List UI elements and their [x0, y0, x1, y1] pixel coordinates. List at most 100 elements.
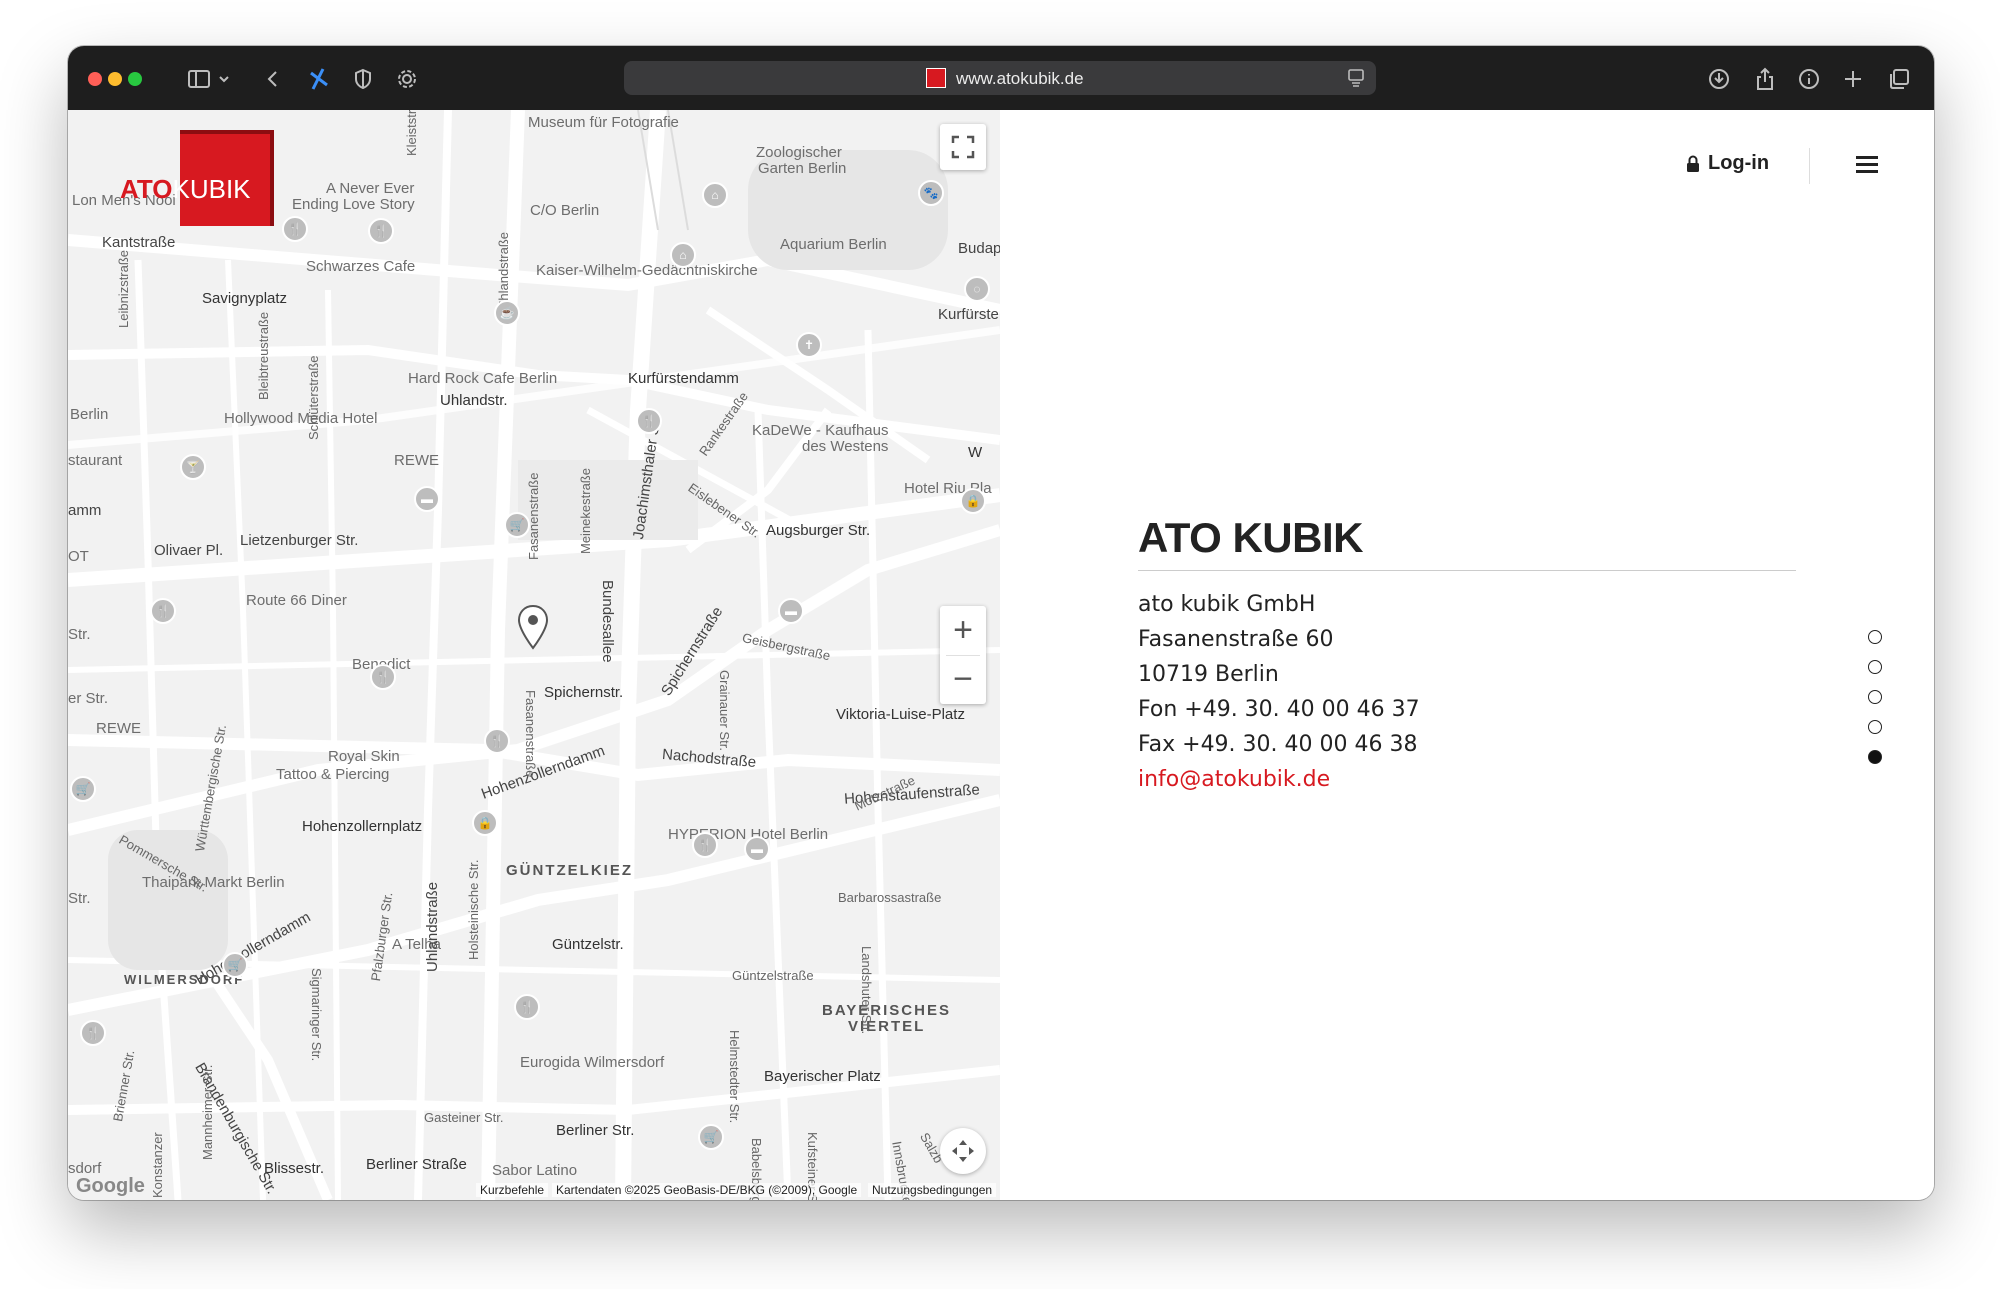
restaurant-poi-icon[interactable]: 🍴 [80, 1020, 106, 1046]
url-text[interactable]: www.atokubik.de [956, 69, 1084, 89]
church-poi-icon[interactable]: ✝ [796, 332, 822, 358]
map-label: OT [68, 548, 89, 565]
map-label: Museum für Fotografie [528, 114, 679, 131]
shopping-poi-icon[interactable]: 🛒 [698, 1124, 724, 1150]
fax-number: Fax +49. 30. 40 00 46 38 [1138, 732, 1418, 757]
section-nav-dot[interactable] [1868, 690, 1882, 704]
share-icon[interactable] [1750, 64, 1780, 94]
map-label: Kurfürste [938, 306, 999, 323]
zoom-window-button[interactable] [128, 72, 142, 86]
map-street-label: Sigmaringer Str. [309, 968, 324, 1062]
keyboard-shortcuts-link[interactable]: Kurzbefehle [476, 1183, 549, 1197]
shopping-poi-icon[interactable]: 🛒 [70, 776, 96, 802]
map-label: Lietzenburger Str. [240, 532, 359, 549]
restaurant-poi-icon[interactable]: 🍴 [514, 994, 540, 1020]
map-label: Hard Rock Cafe Berlin [408, 370, 558, 387]
city-address: 10719 Berlin [1138, 662, 1279, 687]
map-data-attribution[interactable]: Kartendaten ©2025 GeoBasis-DE/BKG (©2009… [552, 1183, 862, 1197]
email-link[interactable]: info@atokubik.de [1138, 767, 1330, 792]
restaurant-poi-icon[interactable]: 🍴 [282, 216, 308, 242]
close-window-button[interactable] [88, 72, 102, 86]
shopping-poi-icon[interactable]: 🔒 [472, 810, 498, 836]
section-nav-dot[interactable] [1868, 720, 1882, 734]
section-nav-dot-active[interactable] [1868, 750, 1882, 764]
map-label: Spichernstr. [544, 684, 624, 701]
chevron-down-icon[interactable] [216, 64, 232, 94]
zoom-controls: + − [940, 606, 986, 704]
phone-number: Fon +49. 30. 40 00 46 37 [1138, 697, 1420, 722]
map-district: GÜNTZELKIEZ [506, 862, 633, 879]
map-label: Thaipark Markt Berlin [142, 874, 285, 891]
shopping-poi-icon[interactable]: 🛒 [504, 512, 530, 538]
google-map[interactable]: Museum für Fotografie Zoologischer Garte… [68, 110, 1000, 1200]
login-button[interactable]: Log-in [1686, 152, 1769, 175]
map-label: Olivaer Pl. [154, 542, 224, 559]
map-label: Sabor Latino [492, 1162, 578, 1179]
fullscreen-button[interactable] [940, 124, 986, 170]
section-nav-dot[interactable] [1868, 630, 1882, 644]
map-label: Zoologischer [756, 144, 842, 161]
map-label: des Westens [802, 438, 889, 455]
privacy-shield-icon[interactable] [348, 64, 378, 94]
museum-poi-icon[interactable]: ⌂ [670, 242, 696, 268]
shopping-poi-icon[interactable]: 🛒 [222, 952, 248, 978]
restaurant-poi-icon[interactable]: 🍴 [368, 218, 394, 244]
login-label: Log-in [1708, 152, 1770, 174]
camera-control-button[interactable] [940, 1128, 986, 1174]
museum-poi-icon[interactable]: ⌂ [702, 182, 728, 208]
map-label: REWE [394, 452, 439, 469]
map-label: Garten Berlin [758, 160, 847, 177]
new-tab-plus-icon[interactable] [1838, 64, 1868, 94]
map-label: Savignyplatz [202, 290, 288, 307]
map-label: W [968, 444, 983, 461]
page-content: Museum für Fotografie Zoologischer Garte… [68, 110, 1934, 1200]
minimize-window-button[interactable] [108, 72, 122, 86]
section-nav-dot[interactable] [1868, 660, 1882, 674]
restaurant-poi-icon[interactable]: 🍴 [484, 728, 510, 754]
location-pin-icon[interactable] [516, 604, 550, 650]
map-label: Augsburger Str. [766, 522, 871, 539]
google-logo[interactable]: Google [72, 1175, 149, 1198]
map-street-label: Gasteiner Str. [424, 1110, 504, 1125]
map-label: Berliner Str. [556, 1122, 635, 1139]
map-label: Berliner Straße [366, 1156, 467, 1173]
address-bar[interactable]: www.atokubik.de [624, 61, 1376, 95]
back-icon[interactable] [258, 64, 288, 94]
tab-overview-icon[interactable] [1884, 64, 1914, 94]
ato-kubik-logo[interactable]: ATOKUBIK [120, 130, 282, 226]
map-label: Kurfürstendamm [628, 370, 739, 387]
hotel-poi-icon[interactable]: ▬ [778, 598, 804, 624]
map-roads [68, 110, 1000, 1200]
aquarium-poi-icon[interactable]: ◌ [964, 276, 990, 302]
map-street-label: Uhlandstraße [424, 881, 441, 972]
hotel-poi-icon[interactable]: ▬ [744, 836, 770, 862]
download-icon[interactable] [1704, 64, 1734, 94]
bar-poi-icon[interactable]: 🍴 [636, 408, 662, 434]
sidebar-toggle-icon[interactable] [184, 64, 214, 94]
map-label: Uhlandstr. [440, 392, 508, 409]
zoom-out-button[interactable]: − [940, 655, 986, 704]
reader-icon[interactable] [1348, 69, 1364, 92]
map-label: C/O Berlin [530, 202, 600, 219]
zoo-poi-icon[interactable]: 🐾 [918, 180, 944, 206]
cafe-poi-icon[interactable]: ☕ [494, 300, 520, 326]
bar-poi-icon[interactable]: 🍸 [180, 454, 206, 480]
restaurant-poi-icon[interactable]: 🍴 [370, 664, 396, 690]
hotel-poi-icon[interactable]: ▬ [414, 486, 440, 512]
shopping-poi-icon[interactable]: 🔒 [960, 488, 986, 514]
gear-icon[interactable] [392, 64, 422, 94]
map-label: Aquarium Berlin [780, 236, 887, 253]
map-street-label: Barbarossastraße [838, 890, 942, 905]
map-street-label: Fasanenstraße [523, 690, 538, 778]
map-label: Berlin [70, 406, 109, 423]
restaurant-poi-icon[interactable]: 🍴 [150, 598, 176, 624]
map-street-label: Grainauer Str. [717, 670, 732, 751]
restaurant-poi-icon[interactable]: 🍴 [692, 832, 718, 858]
extension-x-icon[interactable] [304, 64, 334, 94]
menu-hamburger-icon[interactable] [1856, 156, 1878, 177]
terms-link[interactable]: Nutzungsbedingungen [868, 1183, 997, 1197]
map-street-label: Kleiststr [404, 110, 419, 156]
zoom-in-button[interactable]: + [940, 606, 986, 655]
info-icon[interactable] [1794, 64, 1824, 94]
fullscreen-icon [951, 135, 975, 159]
